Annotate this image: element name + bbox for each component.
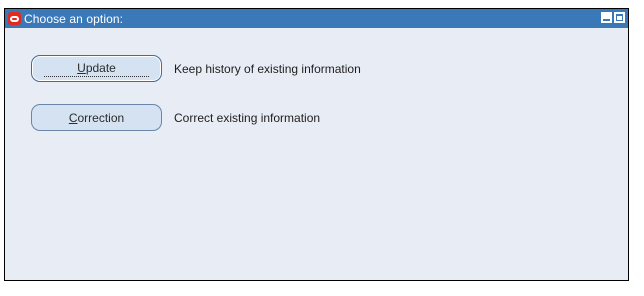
option-row-update: Update Keep history of existing informat… <box>31 55 361 82</box>
correction-button-label: Correction <box>68 110 125 125</box>
correction-button[interactable]: Correction <box>31 104 162 131</box>
window-controls <box>601 12 625 23</box>
update-button-label: Update <box>44 61 149 77</box>
update-description: Keep history of existing information <box>174 61 361 76</box>
option-row-correction: Correction Correct existing information <box>31 104 320 131</box>
title-bar[interactable]: Choose an option: <box>5 9 628 28</box>
update-button[interactable]: Update <box>31 55 162 82</box>
oracle-o-icon <box>8 12 21 25</box>
maximize-icon[interactable] <box>614 12 625 23</box>
dialog-title: Choose an option: <box>24 11 124 26</box>
minimize-icon[interactable] <box>601 12 612 23</box>
choose-option-dialog: Choose an option: Update Keep history of… <box>4 8 629 281</box>
correction-description: Correct existing information <box>174 110 321 125</box>
